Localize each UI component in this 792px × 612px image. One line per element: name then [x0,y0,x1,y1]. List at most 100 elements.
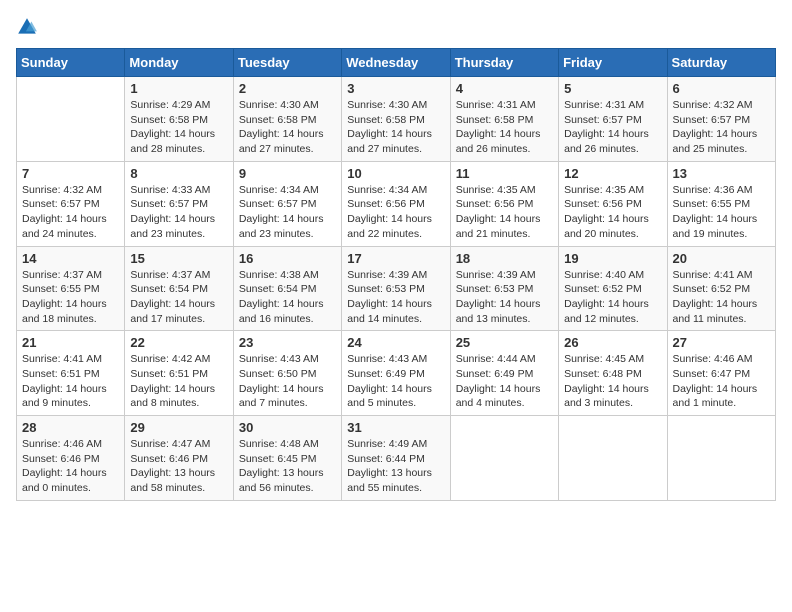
calendar-cell: 16 Sunrise: 4:38 AMSunset: 6:54 PMDayligh… [233,246,341,331]
calendar-cell: 20Sunrise: 4:41 AMSunset: 6:52 PMDayligh… [667,246,775,331]
calendar-cell [559,416,667,501]
day-number: 20 [673,251,770,266]
day-info: Sunrise: 4:39 AMSunset: 6:53 PMDaylight:… [456,268,553,327]
day-number: 15 [130,251,227,266]
week-row-1: 1Sunrise: 4:29 AMSunset: 6:58 PMDaylight… [17,77,776,162]
day-number: 31 [347,420,444,435]
weekday-header-row: SundayMondayTuesdayWednesdayThursdayFrid… [17,49,776,77]
day-number: 12 [564,166,661,181]
day-number: 18 [456,251,553,266]
day-number: 25 [456,335,553,350]
day-info: Sunrise: 4:32 AMSunset: 6:57 PMDaylight:… [673,98,770,157]
calendar-cell: 27Sunrise: 4:46 AMSunset: 6:47 PMDayligh… [667,331,775,416]
day-number: 26 [564,335,661,350]
calendar-cell: 21 Sunrise: 4:41 AMSunset: 6:51 PMDayligh… [17,331,125,416]
weekday-header-monday: Monday [125,49,233,77]
day-info: Sunrise: 4:39 AMSunset: 6:53 PMDaylight:… [347,268,444,327]
calendar-cell: 25 Sunrise: 4:44 AMSunset: 6:49 PMDayligh… [450,331,558,416]
day-info: Sunrise: 4:47 AMSunset: 6:46 PMDaylight:… [130,437,227,496]
calendar-cell: 18 Sunrise: 4:39 AMSunset: 6:53 PMDayligh… [450,246,558,331]
day-info: Sunrise: 4:33 AMSunset: 6:57 PMDaylight:… [130,183,227,242]
day-info: Sunrise: 4:38 AMSunset: 6:54 PMDaylight:… [239,268,336,327]
week-row-2: 7 Sunrise: 4:32 AMSunset: 6:57 PMDaylight… [17,161,776,246]
calendar-cell: 5 Sunrise: 4:31 AMSunset: 6:57 PMDaylight… [559,77,667,162]
day-number: 7 [22,166,119,181]
calendar-cell: 11 Sunrise: 4:35 AMSunset: 6:56 PMDayligh… [450,161,558,246]
day-number: 17 [347,251,444,266]
day-number: 30 [239,420,336,435]
calendar-cell: 29 Sunrise: 4:47 AMSunset: 6:46 PMDayligh… [125,416,233,501]
day-info: Sunrise: 4:29 AMSunset: 6:58 PMDaylight:… [130,98,227,157]
weekday-header-sunday: Sunday [17,49,125,77]
weekday-header-thursday: Thursday [450,49,558,77]
weekday-header-tuesday: Tuesday [233,49,341,77]
day-number: 24 [347,335,444,350]
day-number: 11 [456,166,553,181]
calendar-cell: 22Sunrise: 4:42 AMSunset: 6:51 PMDayligh… [125,331,233,416]
calendar-cell: 3 Sunrise: 4:30 AMSunset: 6:58 PMDaylight… [342,77,450,162]
calendar-cell: 10 Sunrise: 4:34 AMSunset: 6:56 PMDayligh… [342,161,450,246]
weekday-header-wednesday: Wednesday [342,49,450,77]
day-info: Sunrise: 4:34 AMSunset: 6:57 PMDaylight:… [239,183,336,242]
day-number: 10 [347,166,444,181]
day-number: 5 [564,81,661,96]
day-number: 28 [22,420,119,435]
day-info: Sunrise: 4:31 AMSunset: 6:58 PMDaylight:… [456,98,553,157]
calendar-cell: 9 Sunrise: 4:34 AMSunset: 6:57 PMDaylight… [233,161,341,246]
calendar-cell: 26 Sunrise: 4:45 AMSunset: 6:48 PMDayligh… [559,331,667,416]
day-number: 4 [456,81,553,96]
calendar-cell: 14 Sunrise: 4:37 AMSunset: 6:55 PMDayligh… [17,246,125,331]
day-info: Sunrise: 4:34 AMSunset: 6:56 PMDaylight:… [347,183,444,242]
calendar-cell: 4 Sunrise: 4:31 AMSunset: 6:58 PMDaylight… [450,77,558,162]
week-row-5: 28Sunrise: 4:46 AMSunset: 6:46 PMDayligh… [17,416,776,501]
day-info: Sunrise: 4:35 AMSunset: 6:56 PMDaylight:… [564,183,661,242]
day-info: Sunrise: 4:43 AMSunset: 6:49 PMDaylight:… [347,352,444,411]
calendar-cell: 8 Sunrise: 4:33 AMSunset: 6:57 PMDaylight… [125,161,233,246]
calendar-cell: 6 Sunrise: 4:32 AMSunset: 6:57 PMDaylight… [667,77,775,162]
calendar-cell: 1Sunrise: 4:29 AMSunset: 6:58 PMDaylight… [125,77,233,162]
day-number: 14 [22,251,119,266]
day-info: Sunrise: 4:41 AMSunset: 6:51 PMDaylight:… [22,352,119,411]
calendar-cell [17,77,125,162]
logo-icon [16,16,38,38]
day-info: Sunrise: 4:37 AMSunset: 6:55 PMDaylight:… [22,268,119,327]
calendar-cell: 30Sunrise: 4:48 AMSunset: 6:45 PMDayligh… [233,416,341,501]
week-row-4: 21 Sunrise: 4:41 AMSunset: 6:51 PMDayligh… [17,331,776,416]
weekday-header-saturday: Saturday [667,49,775,77]
week-row-3: 14 Sunrise: 4:37 AMSunset: 6:55 PMDayligh… [17,246,776,331]
day-number: 13 [673,166,770,181]
day-info: Sunrise: 4:40 AMSunset: 6:52 PMDaylight:… [564,268,661,327]
day-info: Sunrise: 4:45 AMSunset: 6:48 PMDaylight:… [564,352,661,411]
weekday-header-friday: Friday [559,49,667,77]
day-info: Sunrise: 4:46 AMSunset: 6:47 PMDaylight:… [673,352,770,411]
day-info: Sunrise: 4:37 AMSunset: 6:54 PMDaylight:… [130,268,227,327]
calendar-cell: 23Sunrise: 4:43 AMSunset: 6:50 PMDayligh… [233,331,341,416]
calendar-cell: 15 Sunrise: 4:37 AMSunset: 6:54 PMDayligh… [125,246,233,331]
day-number: 3 [347,81,444,96]
day-number: 23 [239,335,336,350]
day-number: 6 [673,81,770,96]
calendar-table: SundayMondayTuesdayWednesdayThursdayFrid… [16,48,776,501]
logo [16,16,42,38]
day-number: 29 [130,420,227,435]
day-number: 2 [239,81,336,96]
calendar-cell: 24 Sunrise: 4:43 AMSunset: 6:49 PMDayligh… [342,331,450,416]
day-number: 16 [239,251,336,266]
day-info: Sunrise: 4:49 AMSunset: 6:44 PMDaylight:… [347,437,444,496]
calendar-cell [667,416,775,501]
calendar-cell: 17 Sunrise: 4:39 AMSunset: 6:53 PMDayligh… [342,246,450,331]
day-info: Sunrise: 4:32 AMSunset: 6:57 PMDaylight:… [22,183,119,242]
day-number: 9 [239,166,336,181]
day-info: Sunrise: 4:31 AMSunset: 6:57 PMDaylight:… [564,98,661,157]
day-info: Sunrise: 4:30 AMSunset: 6:58 PMDaylight:… [239,98,336,157]
day-info: Sunrise: 4:42 AMSunset: 6:51 PMDaylight:… [130,352,227,411]
day-info: Sunrise: 4:44 AMSunset: 6:49 PMDaylight:… [456,352,553,411]
calendar-cell: 28Sunrise: 4:46 AMSunset: 6:46 PMDayligh… [17,416,125,501]
day-info: Sunrise: 4:30 AMSunset: 6:58 PMDaylight:… [347,98,444,157]
calendar-cell: 2 Sunrise: 4:30 AMSunset: 6:58 PMDaylight… [233,77,341,162]
calendar-cell [450,416,558,501]
day-number: 8 [130,166,227,181]
day-info: Sunrise: 4:35 AMSunset: 6:56 PMDaylight:… [456,183,553,242]
header [16,16,776,38]
day-number: 21 [22,335,119,350]
